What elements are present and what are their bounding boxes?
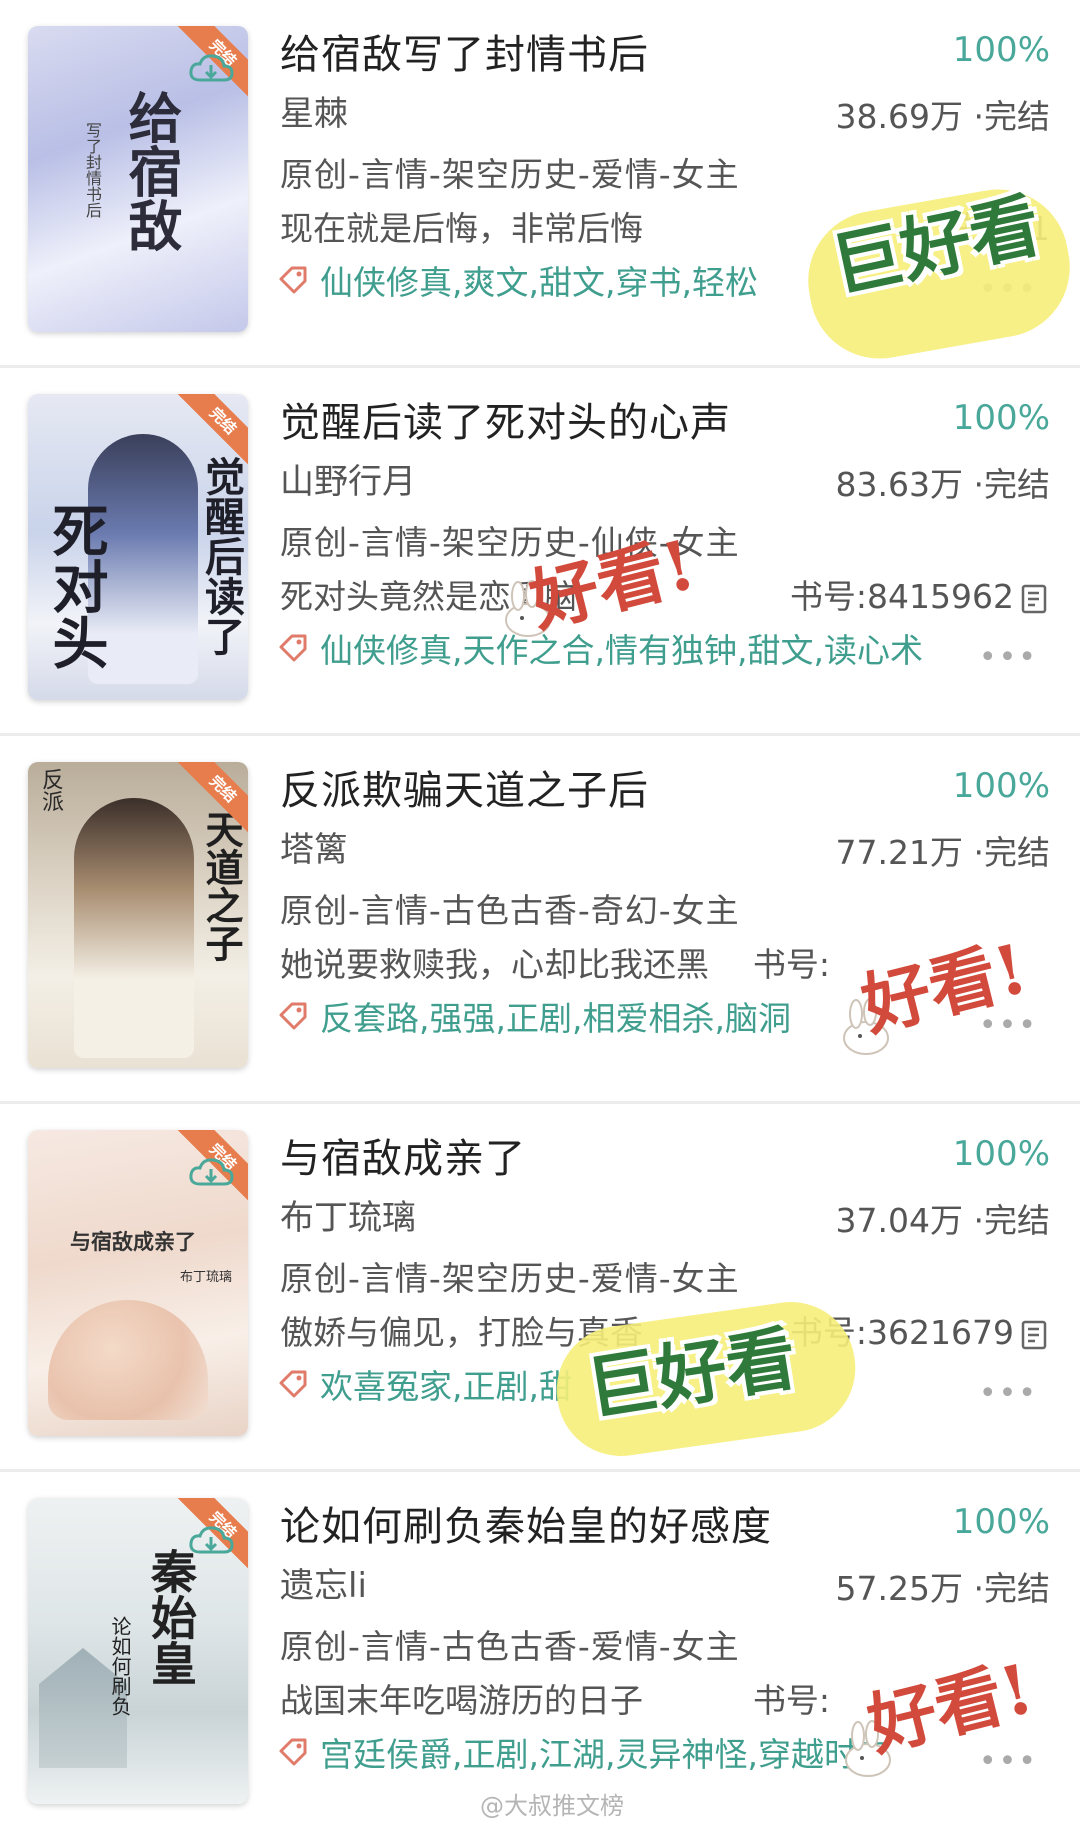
cover-title: 与宿敌成亲了 (70, 1229, 196, 1254)
book-list: 给宿敌 写了封情书后 完结 给宿敌写了封情书后 100% 星棘 38.69万 ·… (0, 0, 1080, 1825)
read-progress: 100% (952, 1134, 1050, 1174)
word-count-status: 57.25万 ·完结 (835, 1569, 1050, 1608)
book-id: 书号: (753, 1674, 830, 1722)
tag-row: 反套路,强强,正剧,相爱相杀,脑洞 (278, 992, 791, 1038)
book-summary: 现在就是后悔，非常后悔 (280, 209, 643, 248)
read-progress: 100% (952, 30, 1050, 70)
book-author[interactable]: 星棘 (280, 86, 348, 135)
book-id-text: 书号: (752, 1681, 830, 1720)
book-tags[interactable]: 反套路,强强,正剧,相爱相杀,脑洞 (320, 999, 791, 1038)
book-cover[interactable]: 反派 天道之子 完结 (28, 762, 248, 1068)
book-title[interactable]: 给宿敌写了封情书后 (280, 22, 649, 80)
cover-figure (74, 798, 194, 1058)
tag-icon (279, 1738, 307, 1766)
book-summary: 她说要救赎我，心却比我还黑 (280, 945, 709, 984)
book-author[interactable]: 山野行月 (280, 454, 416, 503)
tag-icon (279, 634, 307, 662)
cloud-download-icon (189, 1526, 234, 1554)
book-tags[interactable]: 仙侠修真,天作之合,情有独钟,甜文,读心术 (320, 631, 923, 670)
book-tags[interactable]: 宫廷侯爵,正剧,江湖,灵异神怪,穿越时空 (320, 1735, 890, 1774)
word-count-status: 38.69万 ·完结 (835, 97, 1050, 136)
tag-icon (279, 1002, 307, 1030)
book-author[interactable]: 遗忘li (280, 1558, 367, 1607)
book-title[interactable]: 反派欺骗天道之子后 (280, 758, 649, 816)
tag-row: 仙侠修真,爽文,甜文,穿书,轻松 (278, 256, 758, 302)
book-item[interactable]: 秦始皇 论如何刷负 完结 论如何刷负秦始皇的好感度 100% 遗忘li 57.2… (0, 1472, 1080, 1825)
book-item[interactable]: 反派 天道之子 完结 反派欺骗天道之子后 100% 塔篱 77.21万 ·完结 … (0, 736, 1080, 1104)
cover-subtitle: 论如何刷负 (108, 1616, 132, 1716)
cover-subtitle: 反派 (38, 768, 63, 812)
cover-title: 秦始皇 (144, 1548, 198, 1686)
more-options-icon[interactable]: ••• (979, 1376, 1038, 1411)
book-cover[interactable]: 死对头 觉醒后读了 完结 (28, 394, 248, 700)
book-title[interactable]: 论如何刷负秦始皇的好感度 (280, 1494, 772, 1552)
cover-title: 死对头 (43, 502, 109, 670)
tag-icon (279, 1370, 307, 1398)
book-title[interactable]: 与宿敌成亲了 (280, 1126, 526, 1184)
book-cover[interactable]: 秦始皇 论如何刷负 完结 (28, 1498, 248, 1804)
cover-title: 给宿敌 (119, 90, 183, 252)
book-category: 原创-言情-古色古香-爱情-女主 (280, 1627, 740, 1666)
watermark: @大叔推文榜 (480, 1792, 624, 1820)
read-progress: 100% (952, 766, 1050, 806)
cover-title: 天道之子 (199, 810, 244, 962)
read-progress: 100% (952, 398, 1050, 438)
cover-subtitle: 布丁琉璃 (180, 1270, 233, 1285)
word-count-status: 83.63万 ·完结 (835, 465, 1050, 504)
book-cover[interactable]: 与宿敌成亲了 布丁琉璃 完结 (28, 1130, 248, 1436)
book-author[interactable]: 塔篱 (280, 822, 348, 871)
cover-subtitle: 觉醒后读了 (198, 456, 245, 656)
book-tags[interactable]: 仙侠修真,爽文,甜文,穿书,轻松 (320, 263, 758, 302)
book-category: 原创-言情-架空历史-爱情-女主 (280, 1259, 740, 1298)
book-title[interactable]: 觉醒后读了死对头的心声 (280, 390, 731, 448)
book-id-text: 书号:8415962 (789, 577, 1014, 616)
book-id: 书号:8415962 (790, 570, 1050, 618)
word-count-status: 77.21万 ·完结 (835, 833, 1050, 872)
cover-flowers (48, 1300, 208, 1420)
book-category: 原创-言情-架空历史-爱情-女主 (280, 155, 740, 194)
book-author[interactable]: 布丁琉璃 (280, 1190, 416, 1239)
book-summary: 战国末年吃喝游历的日子 (280, 1681, 643, 1720)
tag-row: 宫廷侯爵,正剧,江湖,灵异神怪,穿越时空 (278, 1728, 890, 1774)
read-progress: 100% (952, 1502, 1050, 1542)
book-item[interactable]: 与宿敌成亲了 布丁琉璃 完结 与宿敌成亲了 100% 布丁琉璃 37.04万 ·… (0, 1104, 1080, 1472)
book-tags[interactable]: 欢喜冤家,正剧,甜 (320, 1367, 572, 1406)
more-options-icon[interactable]: ••• (979, 640, 1038, 675)
cloud-download-icon (189, 1158, 234, 1186)
book-category: 原创-言情-古色古香-奇幻-女主 (280, 891, 740, 930)
book-cover[interactable]: 给宿敌 写了封情书后 完结 (28, 26, 248, 332)
cloud-download-icon (189, 54, 234, 82)
book-id-text: 书号: (752, 945, 830, 984)
tag-icon (279, 266, 307, 294)
book-item[interactable]: 死对头 觉醒后读了 完结 觉醒后读了死对头的心声 100% 山野行月 83.63… (0, 368, 1080, 736)
book-id: 书号: (753, 938, 830, 986)
cover-subtitle: 写了封情书后 (83, 122, 102, 218)
more-options-icon[interactable]: ••• (979, 1744, 1038, 1779)
copy-icon[interactable] (1020, 1319, 1050, 1351)
tag-row: 欢喜冤家,正剧,甜 (278, 1360, 572, 1406)
word-count-status: 37.04万 ·完结 (835, 1201, 1050, 1240)
copy-icon[interactable] (1020, 583, 1050, 615)
book-item[interactable]: 给宿敌 写了封情书后 完结 给宿敌写了封情书后 100% 星棘 38.69万 ·… (0, 0, 1080, 370)
